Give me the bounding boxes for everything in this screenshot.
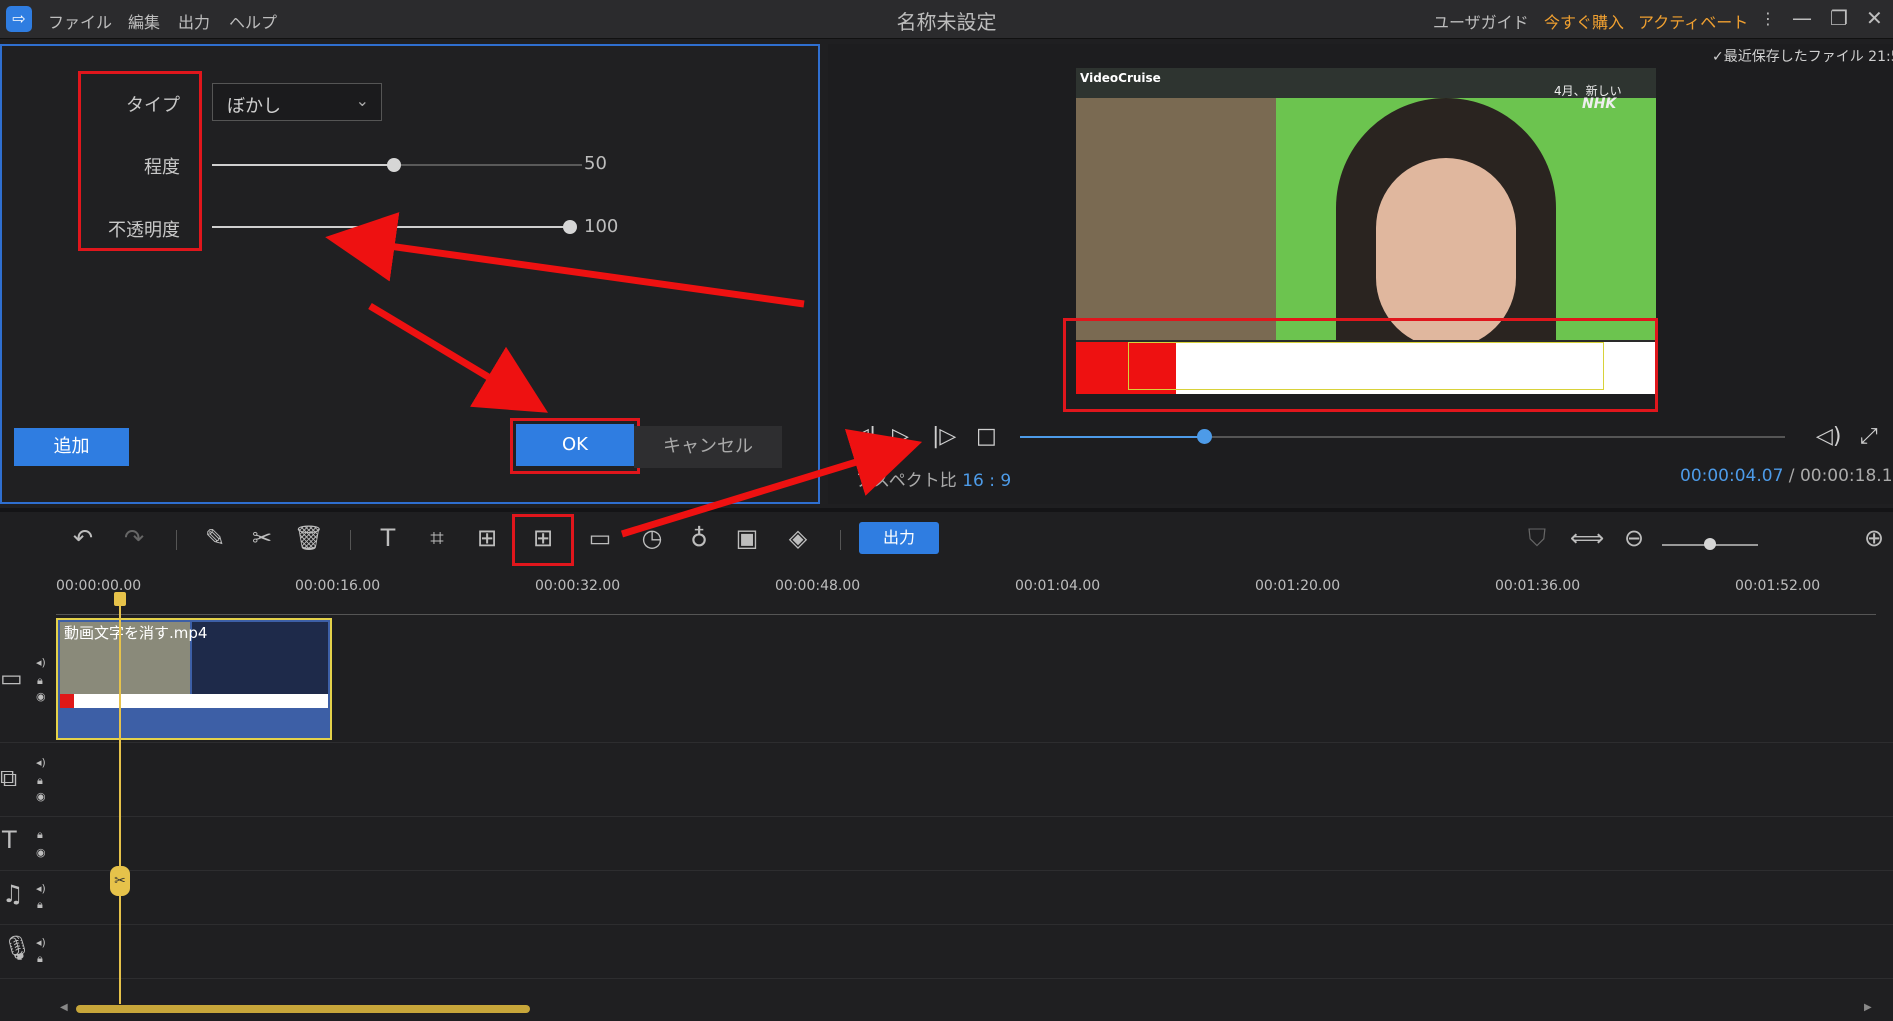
arrow-to-preview — [620, 428, 923, 538]
arrow-to-settings — [325, 212, 805, 308]
arrow-to-ok — [368, 302, 549, 413]
annotation-arrows — [325, 212, 923, 538]
